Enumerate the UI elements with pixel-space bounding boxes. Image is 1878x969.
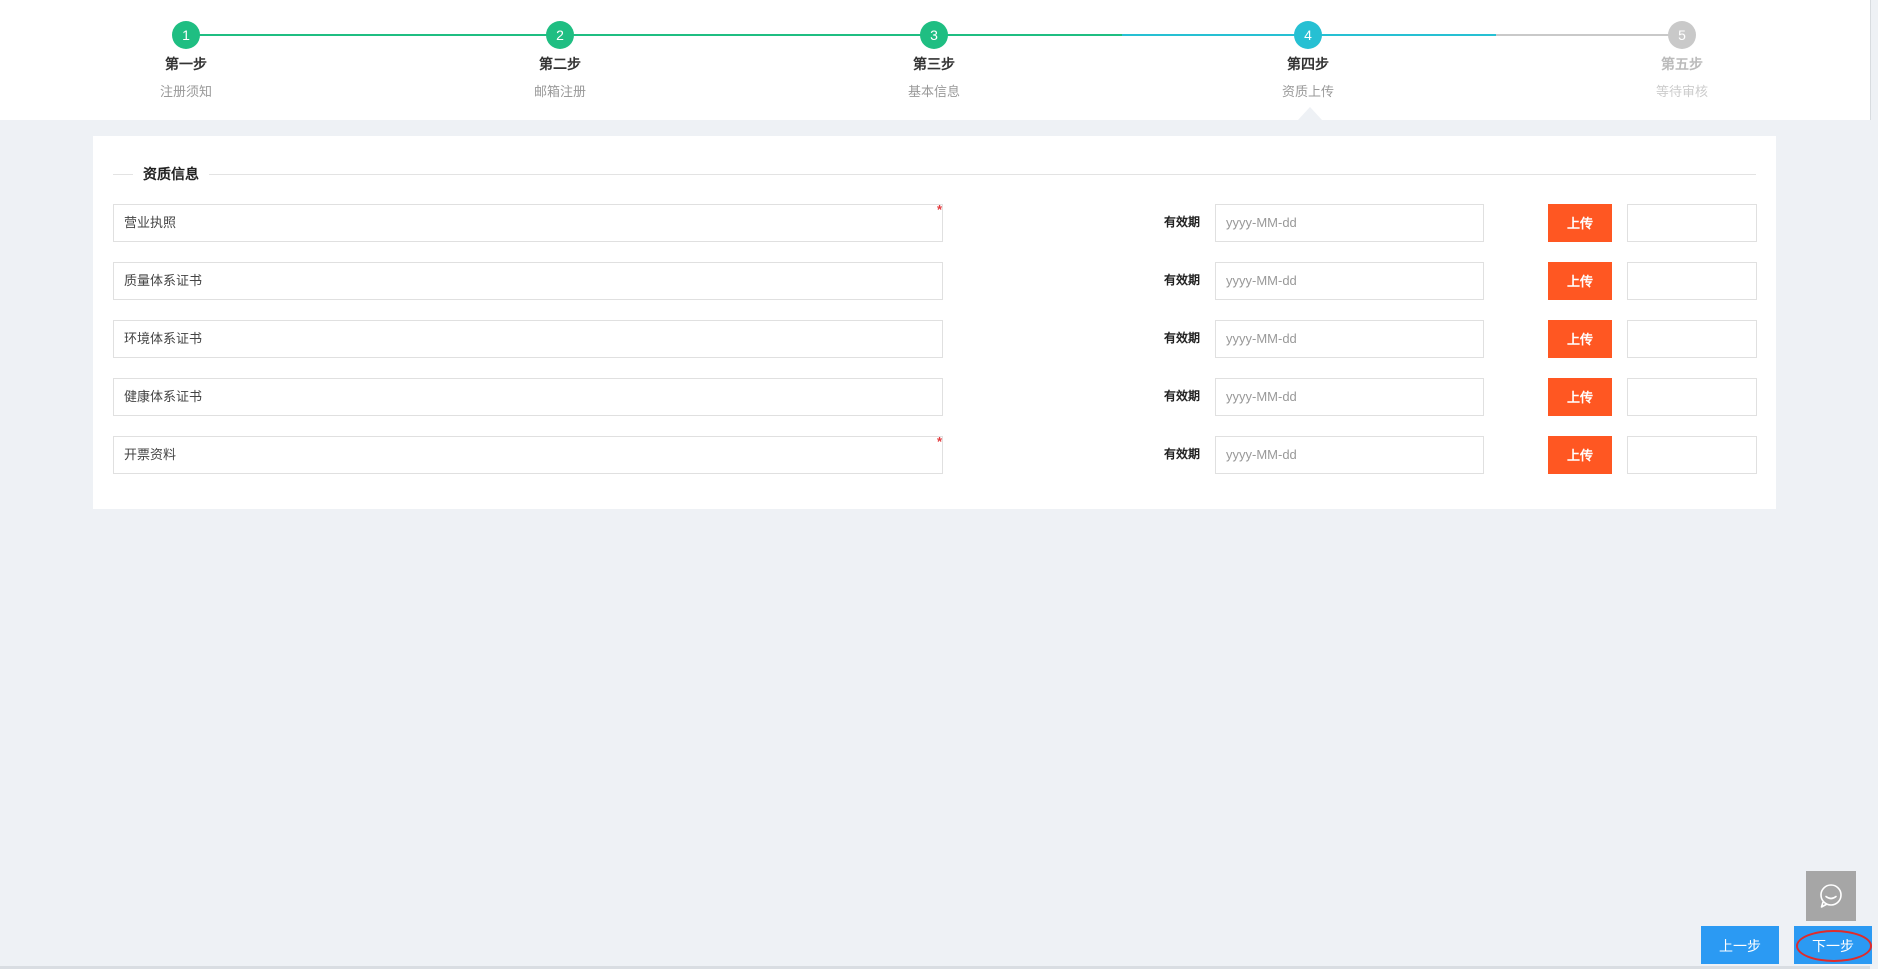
qualification-row: 质量体系证书 有效期 上传 [93,262,1776,300]
step-4: 4 第四步 资质上传 [1208,0,1408,101]
file-preview-box[interactable] [1627,436,1757,474]
file-preview-box[interactable] [1627,204,1757,242]
upload-button[interactable]: 上传 [1548,436,1612,474]
step-title: 第一步 [165,56,207,72]
step-1: 1 第一步 注册须知 [86,0,286,101]
expiry-date-input[interactable] [1215,320,1484,358]
required-mark: * [937,202,943,217]
expiry-date-input[interactable] [1215,378,1484,416]
qualification-name-field[interactable]: 健康体系证书 [113,378,943,416]
qualification-name-field[interactable]: 营业执照 [113,204,943,242]
qualification-name-field[interactable]: 质量体系证书 [113,262,943,300]
step-number: 3 [920,21,948,49]
expiry-date-input[interactable] [1215,262,1484,300]
step-desc: 资质上传 [1281,84,1334,99]
expiry-label: 有效期 [1164,447,1201,461]
step-desc: 基本信息 [907,84,960,99]
step-number: 2 [546,21,574,49]
step-number: 4 [1294,21,1322,49]
upload-button[interactable]: 上传 [1548,378,1612,416]
qualification-row: 营业执照 * 有效期 上传 [93,202,1776,242]
current-step-caret [1298,107,1322,120]
step-desc: 注册须知 [159,84,212,99]
step-desc: 等待审核 [1655,84,1708,99]
step-5: 5 第五步 等待审核 [1582,0,1782,101]
qualification-row: 环境体系证书 有效期 上传 [93,320,1776,358]
step-3: 3 第三步 基本信息 [834,0,1034,101]
next-step-button[interactable]: 下一步 [1794,926,1872,964]
qualification-row: 开票资料 * 有效期 上传 [93,434,1776,474]
step-title: 第二步 [539,56,581,72]
expiry-label: 有效期 [1164,389,1201,403]
progress-stepper: 1 第一步 注册须知 2 第二步 邮箱注册 3 第三步 基本信息 4 第四步 资… [0,0,1871,120]
qualification-row: 健康体系证书 有效期 上传 [93,378,1776,416]
expiry-label: 有效期 [1164,215,1201,229]
step-title: 第四步 [1287,56,1329,72]
upload-button[interactable]: 上传 [1548,204,1612,242]
legend-line-left [113,174,133,175]
required-mark: * [937,434,943,449]
expiry-date-input[interactable] [1215,436,1484,474]
section-title: 资质信息 [143,166,199,182]
expiry-label: 有效期 [1164,273,1201,287]
qualification-card: 资质信息 营业执照 * 有效期 上传 质量体系证书 有效期 上传 环境体系证书 … [93,136,1776,509]
legend-line-right [209,174,1756,175]
qualification-name-field[interactable]: 环境体系证书 [113,320,943,358]
step-title: 第五步 [1661,56,1703,72]
prev-step-button[interactable]: 上一步 [1701,926,1779,964]
file-preview-box[interactable] [1627,320,1757,358]
registration-page: 1 第一步 注册须知 2 第二步 邮箱注册 3 第三步 基本信息 4 第四步 资… [0,0,1878,969]
chat-widget-button[interactable] [1806,871,1856,921]
step-number: 1 [172,21,200,49]
step-2: 2 第二步 邮箱注册 [460,0,660,101]
upload-button[interactable]: 上传 [1548,320,1612,358]
expiry-label: 有效期 [1164,331,1201,345]
upload-button[interactable]: 上传 [1548,262,1612,300]
qualification-name-field[interactable]: 开票资料 [113,436,943,474]
chat-bubble-icon [1820,884,1842,908]
step-number: 5 [1668,21,1696,49]
file-preview-box[interactable] [1627,378,1757,416]
expiry-date-input[interactable] [1215,204,1484,242]
step-desc: 邮箱注册 [533,84,586,99]
file-preview-box[interactable] [1627,262,1757,300]
step-title: 第三步 [913,56,955,72]
